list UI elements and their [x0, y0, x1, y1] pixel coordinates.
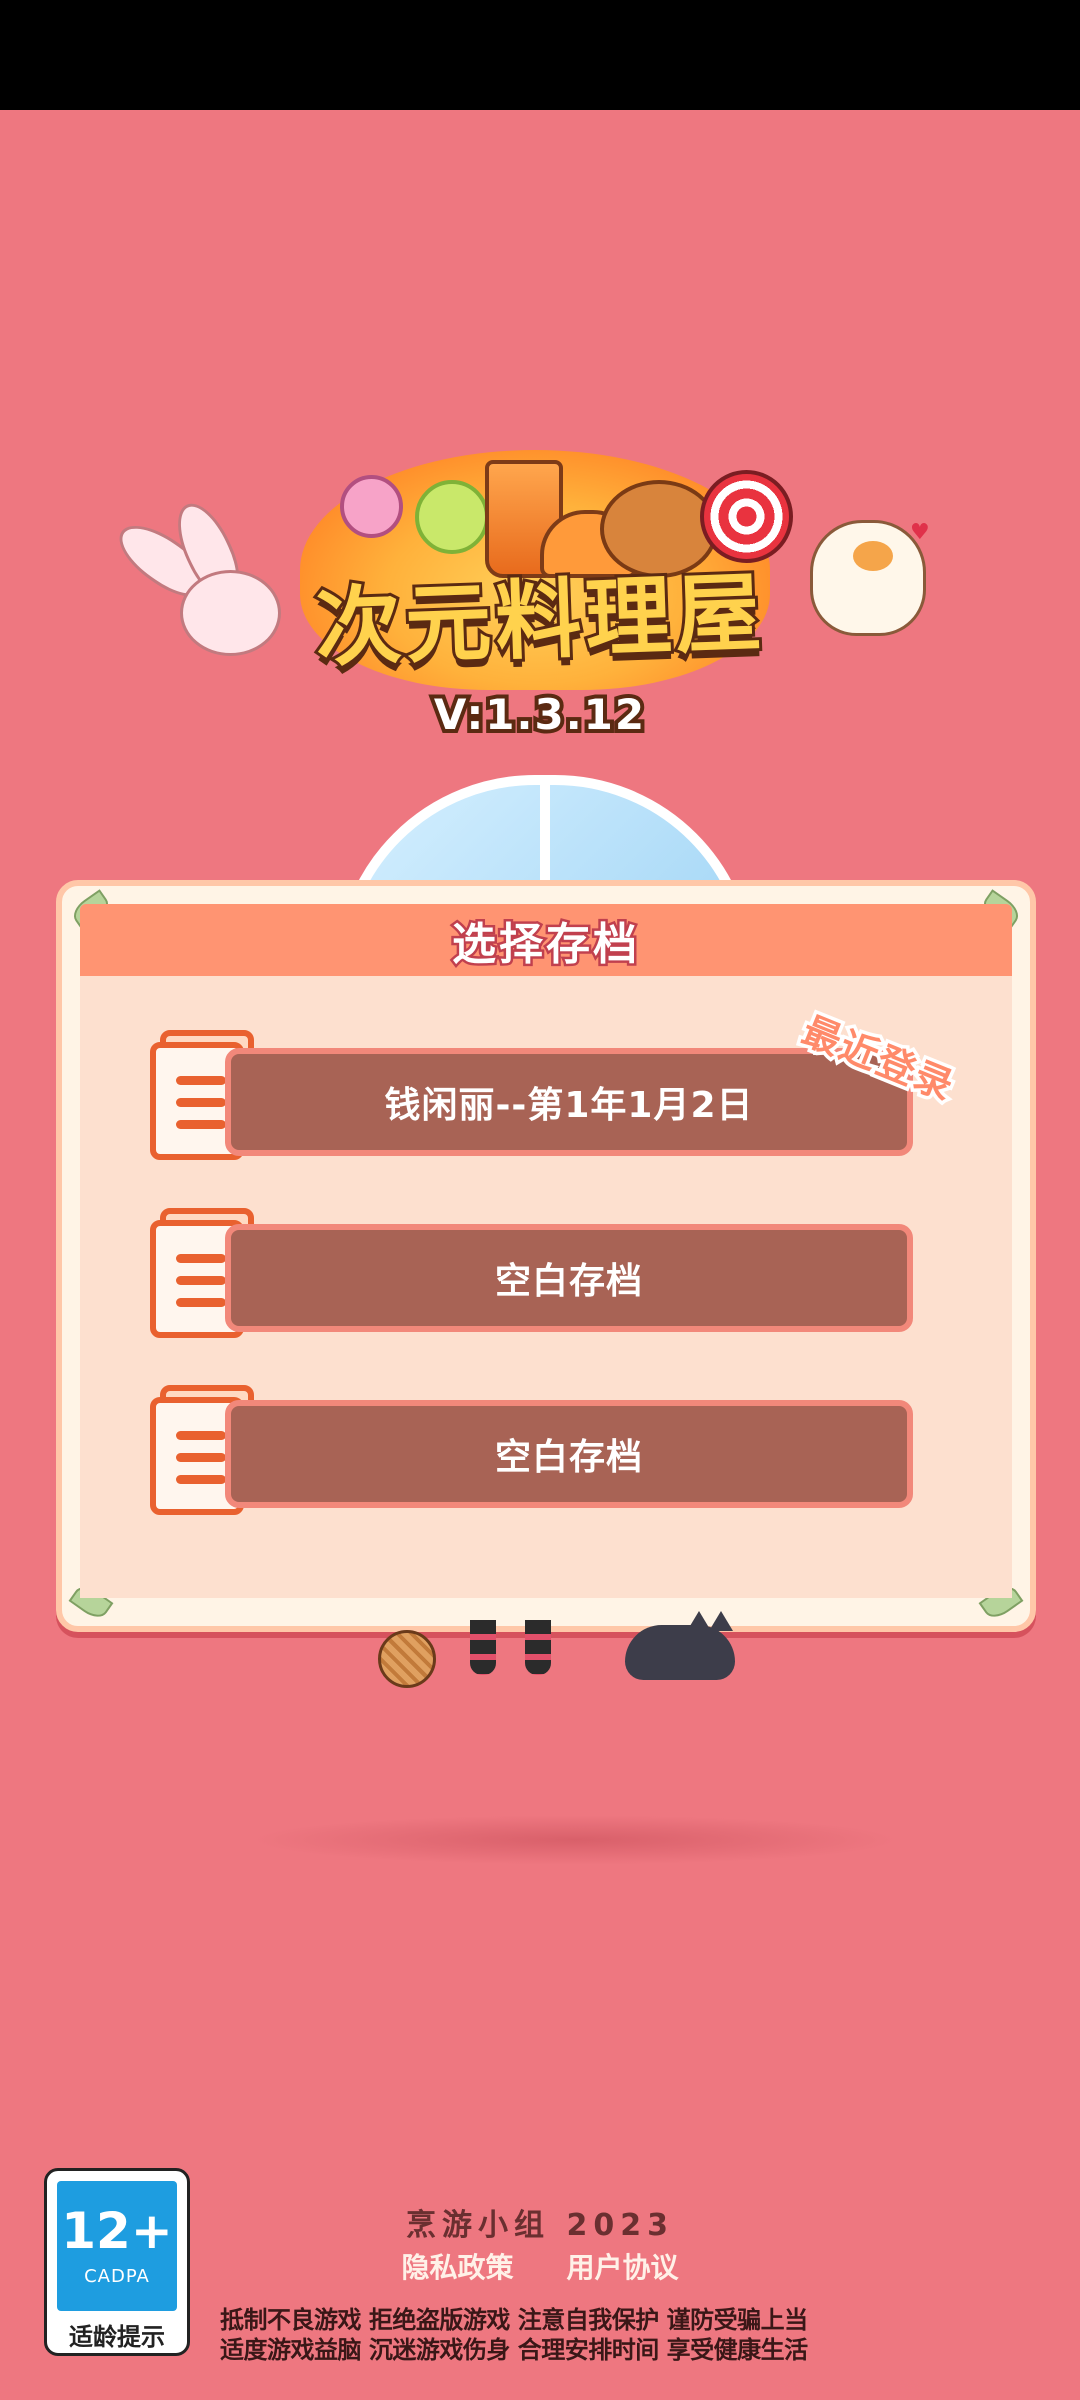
cat-mascot-icon [810, 520, 926, 636]
character-leg-icon [525, 1620, 551, 1675]
version-label: V:1.3.12 [430, 686, 648, 743]
character-leg-icon [470, 1620, 496, 1675]
floor-shadow [250, 1815, 900, 1865]
age-rating-tip: 适龄提示 [69, 2323, 165, 2351]
footer-links: 隐私政策 用户协议 [0, 2246, 1080, 2286]
save-slot-label: 钱闲丽--第1年1月2日 [384, 1085, 754, 1126]
save-slot-label: 空白存档 [494, 1261, 643, 1302]
yarn-ball-icon [378, 1630, 436, 1688]
privacy-policy-link[interactable]: 隐私政策 [401, 2251, 513, 2284]
dialog-title: 选择存档 [450, 917, 640, 973]
studio-copyright: 烹游小组 2023 [406, 2208, 674, 2243]
user-agreement-link[interactable]: 用户协议 [567, 2251, 679, 2284]
game-title: 次元料理屋 [311, 560, 770, 682]
black-cat-icon [625, 1611, 735, 1680]
lime-icon [415, 480, 489, 554]
dialog-header: 选择存档 [80, 904, 1012, 976]
health-notice-line-2: 适度游戏益脑 沉迷游戏伤身 合理安排时间 享受健康生活 [220, 2336, 808, 2364]
save-slot-label: 空白存档 [494, 1437, 643, 1478]
bunny-mascot-icon [108, 495, 281, 660]
candy-icon [340, 475, 403, 538]
status-bar [0, 0, 1080, 110]
heart-icon: ♥ [910, 520, 930, 545]
save-slot-2[interactable]: 空白存档 [225, 1224, 913, 1332]
game-logo: ♥ 次元料理屋 [108, 440, 950, 700]
save-slot-3[interactable]: 空白存档 [225, 1400, 913, 1508]
